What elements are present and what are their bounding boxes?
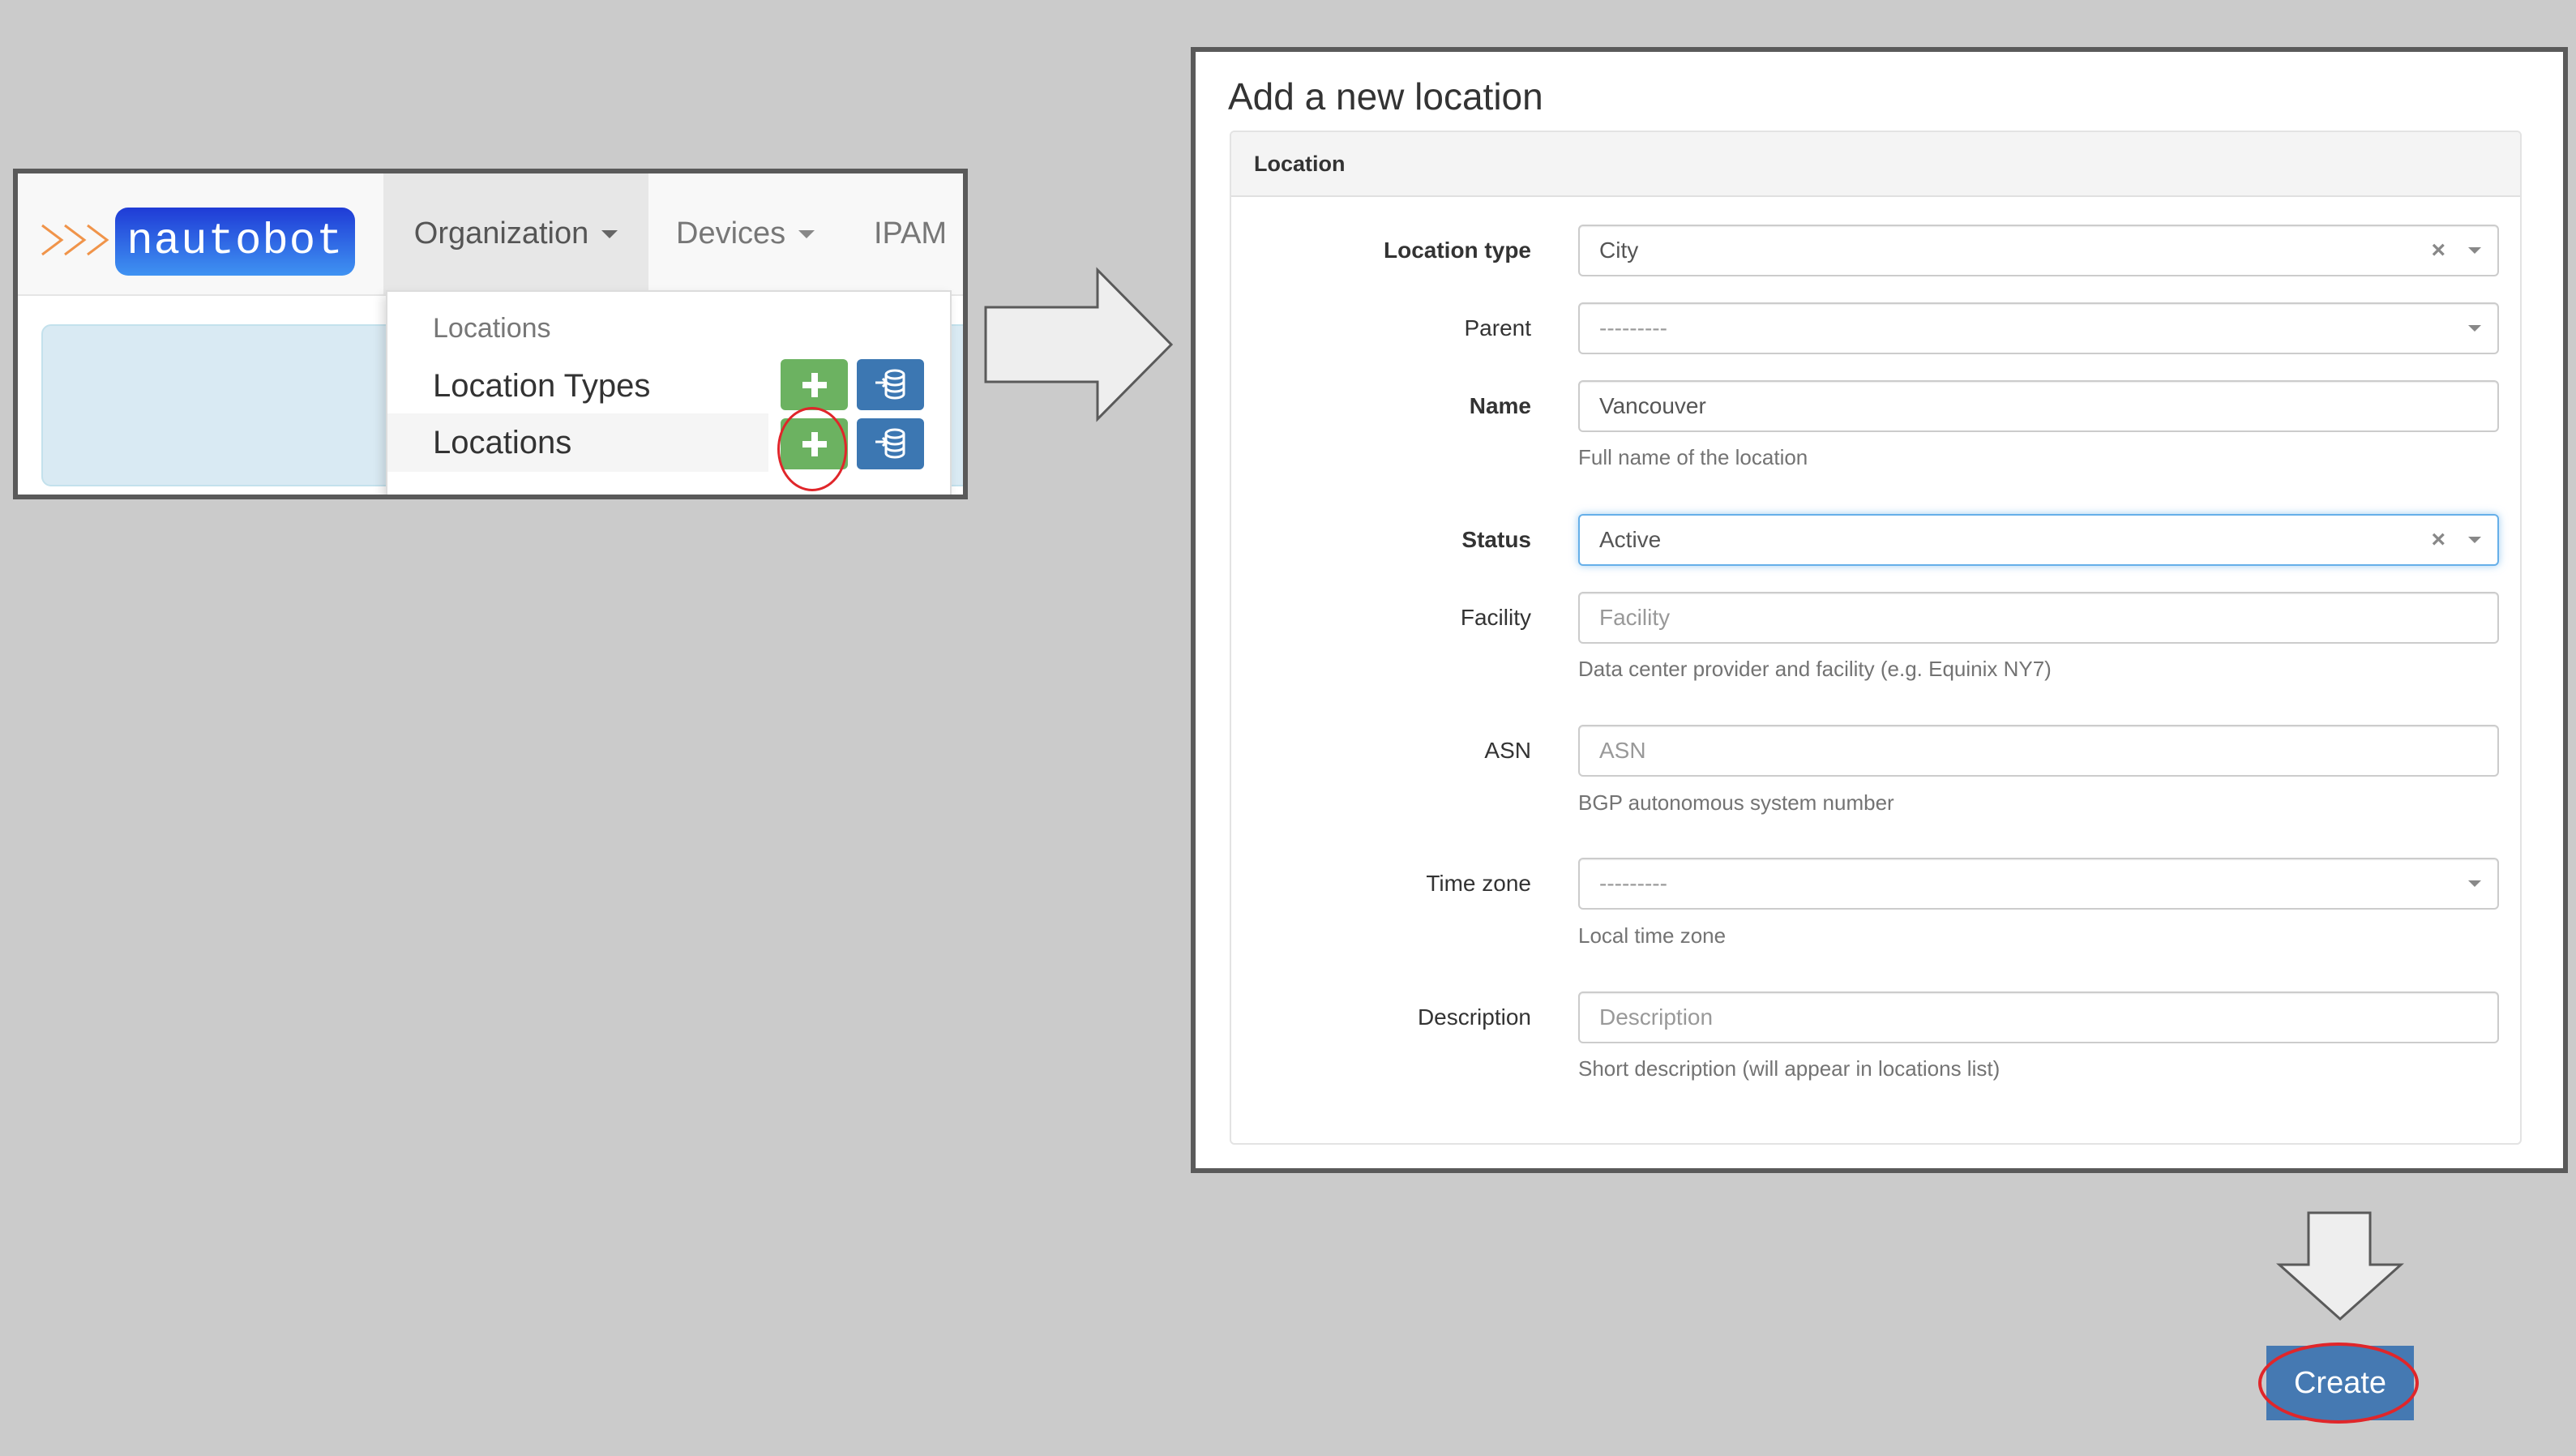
asn-label: ASN bbox=[1484, 738, 1531, 763]
chevron-down-icon bbox=[601, 229, 618, 238]
status-value: Active bbox=[1599, 527, 1662, 552]
asn-placeholder: ASN bbox=[1599, 738, 1646, 763]
nav-devices[interactable]: Devices bbox=[676, 173, 815, 294]
time-zone-select[interactable]: --------- bbox=[1578, 858, 2499, 910]
nav-organization-label: Organization bbox=[413, 216, 589, 251]
status-label: Status bbox=[1461, 527, 1531, 552]
description-input[interactable]: Description bbox=[1578, 991, 2499, 1043]
name-help-text: Full name of the location bbox=[1578, 445, 1808, 469]
nav-organization[interactable]: Organization bbox=[383, 173, 648, 294]
nav-devices-label: Devices bbox=[676, 216, 786, 251]
location-type-label: Location type bbox=[1383, 238, 1531, 263]
import-location-types-button[interactable] bbox=[857, 359, 924, 410]
nautobot-logo[interactable]: nautobot bbox=[115, 208, 355, 276]
organization-dropdown-menu: Locations Location Types Locations bbox=[386, 290, 952, 495]
facility-input[interactable]: Facility bbox=[1578, 592, 2499, 644]
clear-icon[interactable]: × bbox=[2431, 226, 2445, 275]
dropdown-header: Locations bbox=[433, 313, 551, 344]
panel-heading: Location bbox=[1231, 132, 2520, 197]
nautobot-menu-screenshot: nautobot Organization Devices IPAM Locat… bbox=[13, 169, 968, 499]
location-type-value: City bbox=[1599, 238, 1639, 263]
nav-ipam-label: IPAM bbox=[874, 216, 948, 251]
menu-item-location-types[interactable]: Location Types bbox=[387, 357, 768, 415]
location-form-panel: Location Location type City × Parent ---… bbox=[1230, 131, 2522, 1145]
description-help-text: Short description (will appear in locati… bbox=[1578, 1056, 2000, 1081]
time-zone-label: Time zone bbox=[1426, 871, 1531, 896]
import-locations-button[interactable] bbox=[857, 418, 924, 469]
database-import-icon bbox=[875, 369, 905, 399]
parent-label: Parent bbox=[1464, 315, 1532, 340]
description-label: Description bbox=[1417, 1004, 1531, 1030]
description-placeholder: Description bbox=[1599, 1004, 1714, 1030]
facility-help-text: Data center provider and facility (e.g. … bbox=[1578, 657, 2052, 681]
menu-item-locations[interactable]: Locations bbox=[387, 413, 768, 472]
navbar: nautobot Organization Devices IPAM bbox=[18, 173, 963, 296]
triple-chevron-icon bbox=[41, 224, 109, 256]
nav-ipam[interactable]: IPAM bbox=[874, 173, 947, 294]
add-location-form-screenshot: Add a new location Location Location typ… bbox=[1191, 47, 2568, 1173]
chevron-down-icon bbox=[2468, 880, 2481, 887]
name-value: Vancouver bbox=[1599, 393, 1706, 418]
arrow-right-icon bbox=[984, 267, 1174, 422]
status-select[interactable]: Active × bbox=[1578, 514, 2499, 566]
arrow-down-icon bbox=[2276, 1211, 2404, 1321]
chevron-down-icon bbox=[2468, 537, 2481, 543]
add-location-type-button[interactable] bbox=[781, 359, 848, 410]
plus-icon bbox=[802, 372, 827, 397]
page-title: Add a new location bbox=[1228, 75, 1543, 118]
facility-label: Facility bbox=[1460, 605, 1531, 630]
create-button[interactable]: Create bbox=[2266, 1346, 2414, 1420]
chevron-down-icon bbox=[2468, 325, 2481, 332]
name-label: Name bbox=[1469, 393, 1531, 418]
time-zone-value: --------- bbox=[1599, 871, 1667, 896]
facility-placeholder: Facility bbox=[1599, 605, 1671, 630]
location-type-select[interactable]: City × bbox=[1578, 225, 2499, 276]
time-zone-help-text: Local time zone bbox=[1578, 923, 1727, 948]
clear-icon[interactable]: × bbox=[2431, 516, 2445, 564]
database-import-icon bbox=[875, 428, 905, 458]
asn-input[interactable]: ASN bbox=[1578, 725, 2499, 777]
parent-value: --------- bbox=[1599, 315, 1667, 340]
menu-item-label: Locations bbox=[433, 424, 572, 460]
name-input[interactable]: Vancouver bbox=[1578, 380, 2499, 432]
chevron-down-icon bbox=[2468, 247, 2481, 254]
chevron-down-icon bbox=[798, 229, 815, 238]
asn-help-text: BGP autonomous system number bbox=[1578, 790, 1894, 815]
panel-title: Location bbox=[1254, 151, 1346, 176]
parent-select[interactable]: --------- bbox=[1578, 302, 2499, 354]
add-location-button[interactable] bbox=[781, 418, 848, 469]
plus-icon bbox=[802, 431, 827, 456]
menu-item-label: Location Types bbox=[433, 367, 651, 404]
